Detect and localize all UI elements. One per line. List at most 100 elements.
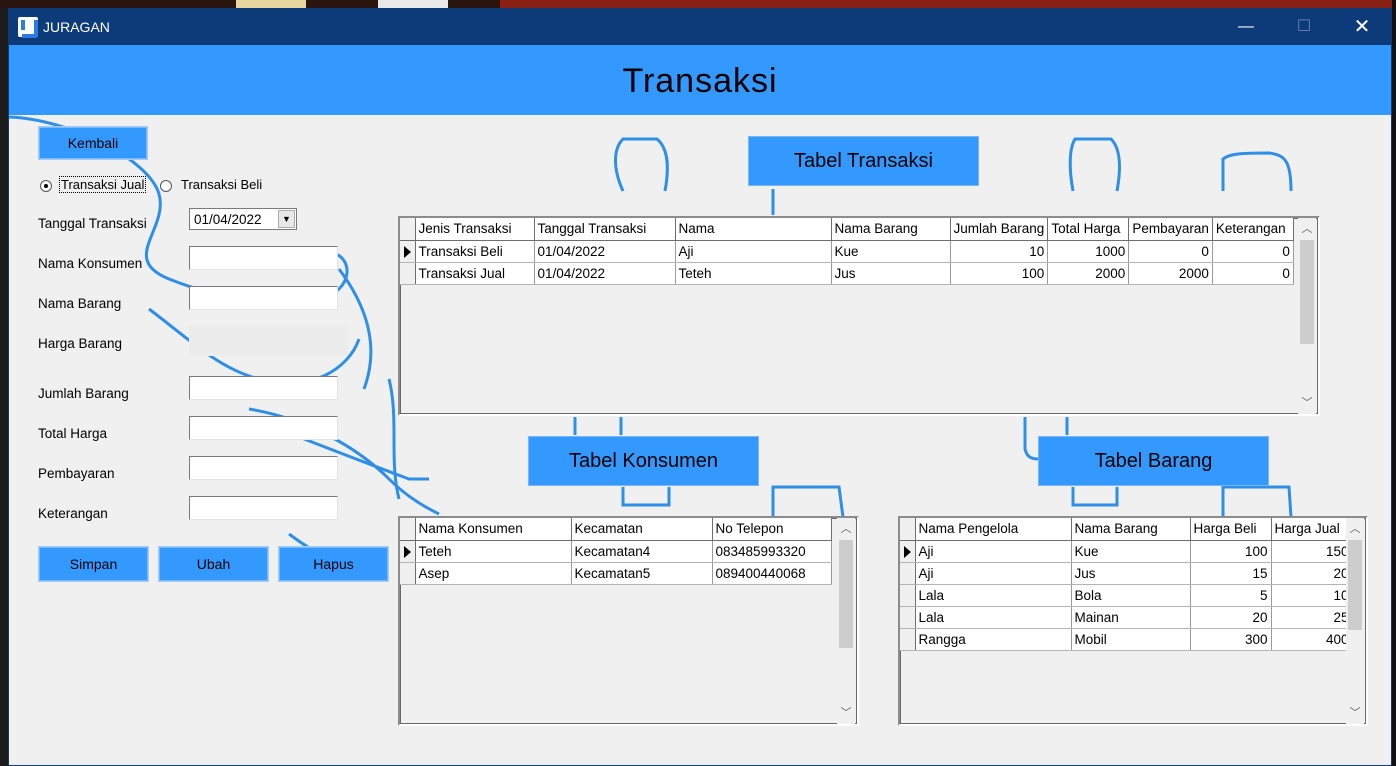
table-row[interactable]: Transaksi Jual 01/04/2022 Teteh Jus 100 …: [400, 262, 1294, 285]
table-cell[interactable]: 10: [1271, 584, 1353, 607]
table-cell[interactable]: 2000: [1047, 262, 1130, 285]
table-cell[interactable]: Lala: [915, 606, 1072, 629]
column-header[interactable]: No Telepon: [712, 518, 832, 541]
column-header[interactable]: Total Harga: [1047, 218, 1130, 241]
row-indicator[interactable]: [900, 584, 916, 607]
row-indicator[interactable]: [400, 262, 416, 285]
scroll-down-icon[interactable]: ﹀: [1298, 394, 1316, 412]
nama-barang-input[interactable]: [189, 286, 338, 310]
table-cell[interactable]: 100: [950, 262, 1049, 285]
column-header[interactable]: Nama Konsumen: [415, 518, 572, 541]
table-cell[interactable]: Aji: [675, 240, 832, 263]
transaksi-scrollbar[interactable]: ︿ ﹀: [1298, 218, 1316, 414]
table-cell[interactable]: Jus: [1071, 562, 1191, 585]
table-cell[interactable]: 0: [1128, 240, 1213, 263]
column-header[interactable]: Harga Beli: [1190, 518, 1272, 541]
barang-grid[interactable]: Nama Pengelola Nama Barang Harga Beli Ha…: [898, 516, 1368, 726]
column-header[interactable]: Nama Barang: [831, 218, 951, 241]
scroll-up-icon[interactable]: ︿: [1346, 520, 1364, 538]
table-cell[interactable]: Transaksi Beli: [415, 240, 535, 263]
radio-label-transaksi-jual[interactable]: Transaksi Jual: [59, 176, 147, 193]
table-cell[interactable]: 10: [950, 240, 1049, 263]
konsumen-scrollbar[interactable]: ︿ ﹀: [837, 518, 855, 724]
table-cell[interactable]: 1000: [1047, 240, 1130, 263]
save-button[interactable]: Simpan: [38, 546, 149, 582]
chevron-down-icon[interactable]: ▼: [278, 210, 295, 228]
table-cell[interactable]: Transaksi Jual: [415, 262, 535, 285]
total-harga-input[interactable]: [189, 416, 338, 440]
table-cell[interactable]: 25: [1271, 606, 1353, 629]
table-cell[interactable]: 20: [1190, 606, 1272, 629]
table-row[interactable]: Rangga Mobil 300 400: [900, 628, 1353, 651]
table-cell[interactable]: 15: [1190, 562, 1272, 585]
row-indicator[interactable]: [900, 628, 916, 651]
radio-transaksi-beli[interactable]: [160, 180, 172, 192]
table-row[interactable]: Transaksi Beli 01/04/2022 Aji Kue 10 100…: [400, 240, 1294, 263]
table-cell[interactable]: 0: [1212, 240, 1294, 263]
keterangan-input[interactable]: [189, 496, 338, 520]
column-header[interactable]: Jenis Transaksi: [415, 218, 535, 241]
row-indicator[interactable]: [900, 540, 916, 563]
table-row[interactable]: Asep Kecamatan5 089400440068: [400, 562, 832, 585]
table-cell[interactable]: Aji: [915, 562, 1072, 585]
table-cell[interactable]: Teteh: [675, 262, 832, 285]
table-cell[interactable]: 400: [1271, 628, 1353, 651]
row-indicator[interactable]: [400, 540, 416, 563]
column-header[interactable]: Harga Jual: [1271, 518, 1353, 541]
konsumen-grid[interactable]: Nama Konsumen Kecamatan No Telepon Teteh…: [398, 516, 859, 726]
table-cell[interactable]: Kecamatan5: [571, 562, 713, 585]
table-cell[interactable]: 5: [1190, 584, 1272, 607]
row-indicator[interactable]: [900, 606, 916, 629]
column-header[interactable]: Pembayaran: [1128, 218, 1213, 241]
table-cell[interactable]: Mobil: [1071, 628, 1191, 651]
transaksi-grid[interactable]: Jenis Transaksi Tanggal Transaksi Nama N…: [398, 216, 1320, 416]
table-cell[interactable]: 2000: [1128, 262, 1213, 285]
scroll-down-icon[interactable]: ﹀: [1346, 704, 1364, 722]
jumlah-barang-input[interactable]: [189, 376, 338, 400]
table-cell[interactable]: Lala: [915, 584, 1072, 607]
row-indicator[interactable]: [400, 562, 416, 585]
table-row[interactable]: Aji Jus 15 20: [900, 562, 1353, 585]
table-cell[interactable]: Kecamatan4: [571, 540, 713, 563]
table-cell[interactable]: 20: [1271, 562, 1353, 585]
scroll-up-icon[interactable]: ︿: [837, 520, 855, 538]
column-header[interactable]: Nama: [675, 218, 832, 241]
table-cell[interactable]: 150: [1271, 540, 1353, 563]
table-cell[interactable]: 01/04/2022: [534, 240, 676, 263]
scroll-thumb[interactable]: [1348, 540, 1362, 630]
table-row[interactable]: Lala Bola 5 10: [900, 584, 1353, 607]
scroll-thumb[interactable]: [839, 540, 853, 648]
close-button[interactable]: ✕: [1333, 9, 1391, 45]
column-header[interactable]: Tanggal Transaksi: [534, 218, 676, 241]
tanggal-transaksi-datepicker[interactable]: 01/04/2022 ▼: [189, 208, 297, 230]
table-row[interactable]: Lala Mainan 20 25: [900, 606, 1353, 629]
minimize-button[interactable]: —: [1217, 9, 1275, 45]
barang-scrollbar[interactable]: ︿ ﹀: [1346, 518, 1364, 724]
edit-button[interactable]: Ubah: [158, 546, 269, 582]
table-cell[interactable]: Mainan: [1071, 606, 1191, 629]
table-row[interactable]: Teteh Kecamatan4 083485993320: [400, 540, 832, 563]
radio-label-transaksi-beli[interactable]: Transaksi Beli: [181, 177, 262, 192]
table-cell[interactable]: 089400440068: [712, 562, 832, 585]
scroll-down-icon[interactable]: ﹀: [837, 704, 855, 722]
back-button[interactable]: Kembali: [38, 126, 148, 160]
table-cell[interactable]: 100: [1190, 540, 1272, 563]
table-cell[interactable]: Teteh: [415, 540, 572, 563]
table-cell[interactable]: Kue: [831, 240, 951, 263]
table-cell[interactable]: Jus: [831, 262, 951, 285]
table-cell[interactable]: Asep: [415, 562, 572, 585]
column-header[interactable]: Nama Barang: [1071, 518, 1191, 541]
nama-konsumen-input[interactable]: [189, 246, 338, 270]
table-cell[interactable]: 083485993320: [712, 540, 832, 563]
table-cell[interactable]: Kue: [1071, 540, 1191, 563]
table-cell[interactable]: 01/04/2022: [534, 262, 676, 285]
maximize-button[interactable]: ☐: [1275, 9, 1333, 45]
column-header[interactable]: Nama Pengelola: [915, 518, 1072, 541]
delete-button[interactable]: Hapus: [278, 546, 389, 582]
column-header[interactable]: Keterangan: [1212, 218, 1294, 241]
table-cell[interactable]: Rangga: [915, 628, 1072, 651]
row-indicator[interactable]: [900, 562, 916, 585]
column-header[interactable]: Kecamatan: [571, 518, 713, 541]
table-cell[interactable]: 0: [1212, 262, 1294, 285]
table-cell[interactable]: Aji: [915, 540, 1072, 563]
